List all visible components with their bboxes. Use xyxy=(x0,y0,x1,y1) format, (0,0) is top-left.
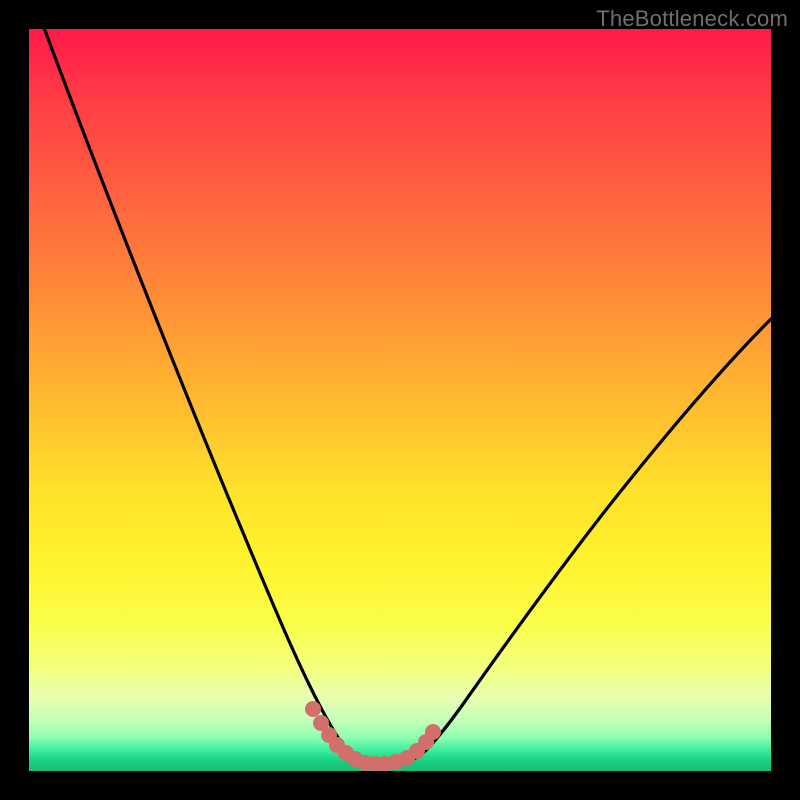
watermark-text: TheBottleneck.com xyxy=(596,6,788,32)
chart-stage: TheBottleneck.com xyxy=(0,0,800,800)
gradient-plot-area xyxy=(29,29,771,771)
